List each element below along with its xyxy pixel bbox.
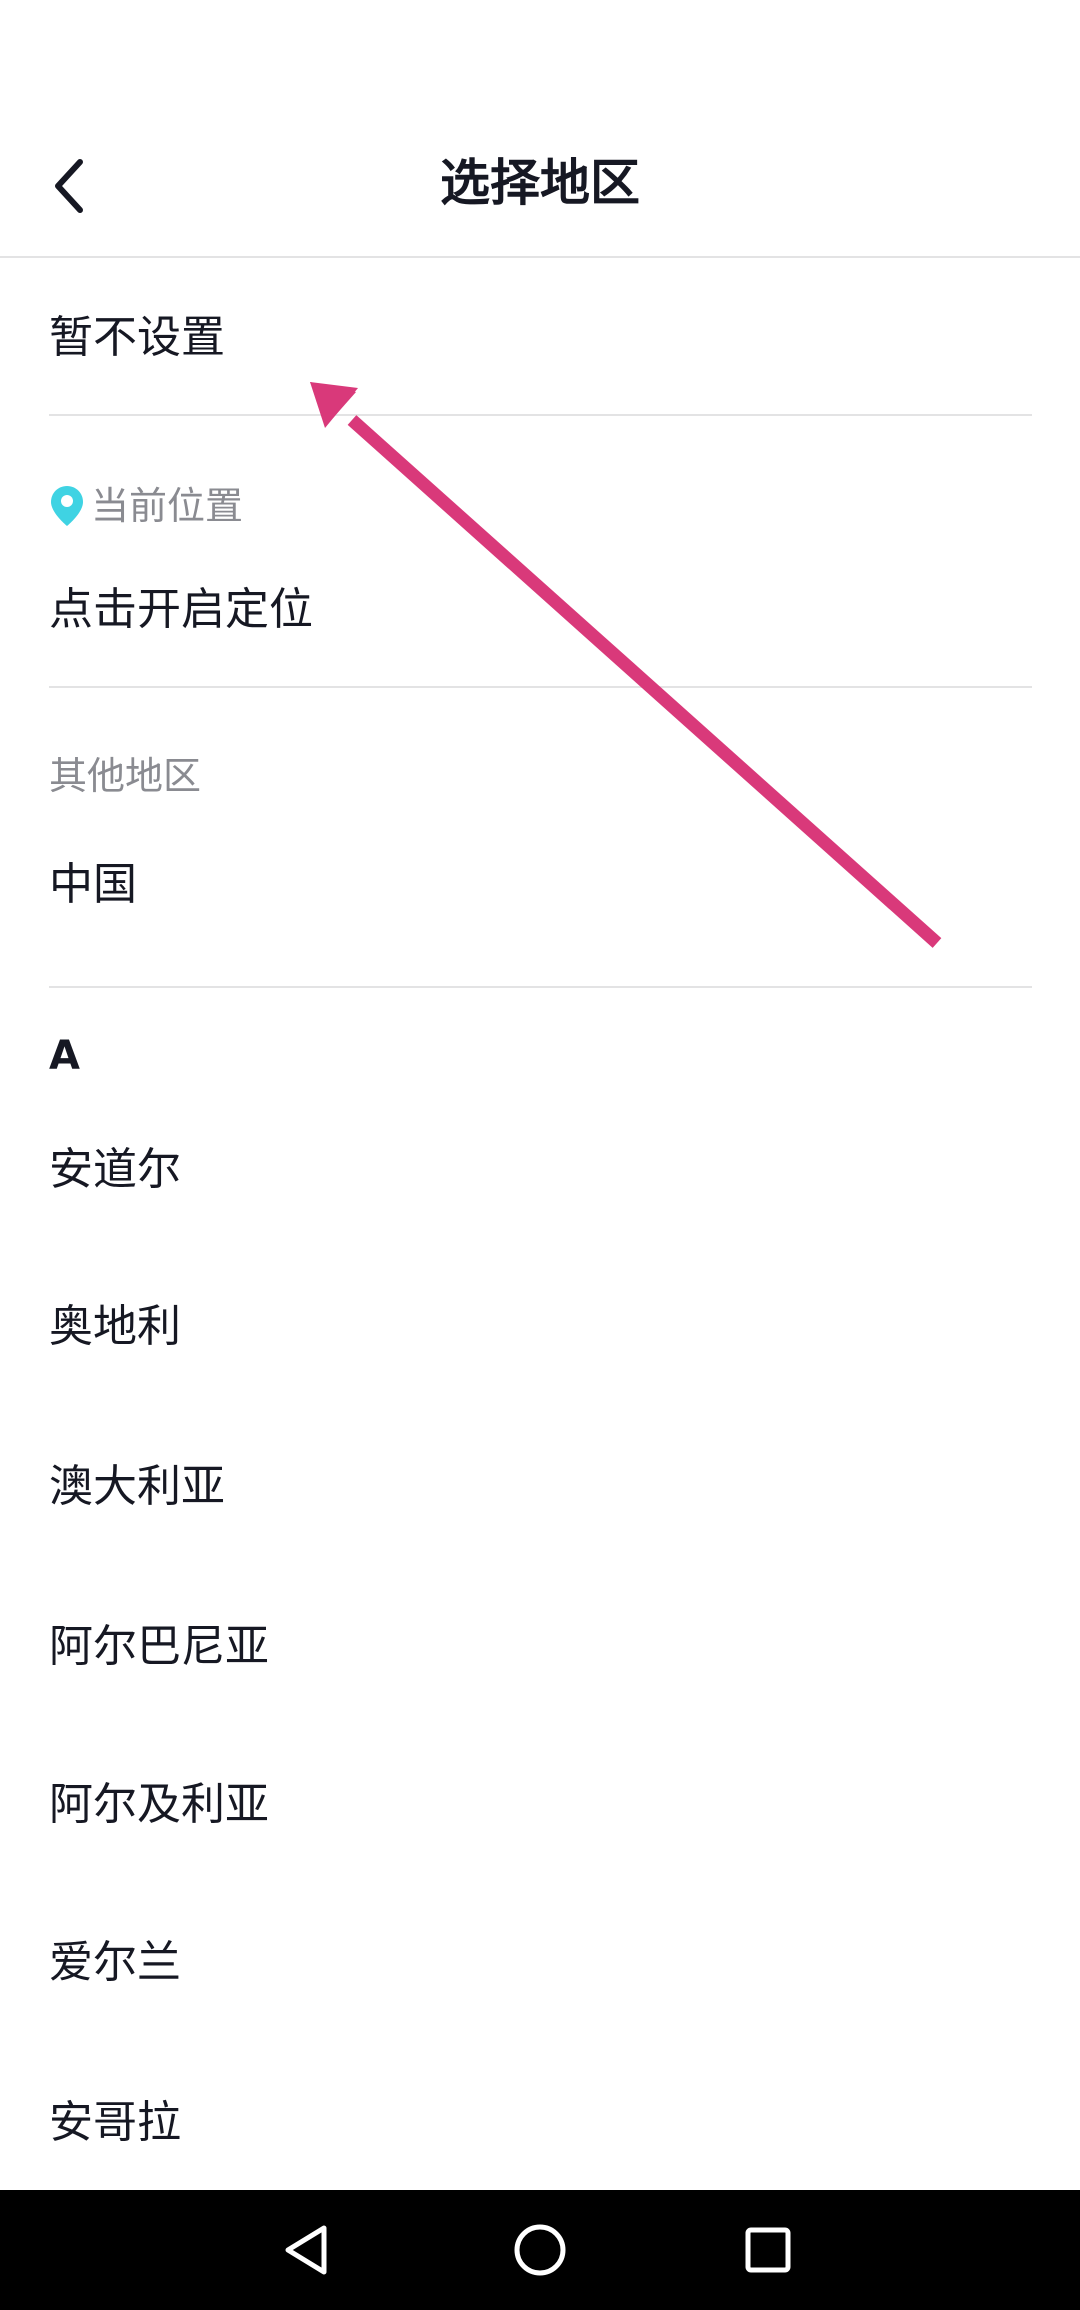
enable-location-row[interactable]: 点击开启定位 — [0, 555, 1080, 665]
region-label: 安哥拉 — [49, 2097, 181, 2148]
divider — [49, 414, 1032, 416]
no-setting-label: 暂不设置 — [49, 312, 225, 363]
no-setting-row[interactable]: 暂不设置 — [0, 258, 1080, 414]
enable-location-label: 点击开启定位 — [49, 584, 313, 635]
current-location-section-label: 当前位置 — [91, 484, 244, 528]
region-row[interactable]: 阿尔巴尼亚 — [0, 1592, 1080, 1702]
region-label: 奥地利 — [49, 1301, 181, 1352]
region-row[interactable]: 阿尔及利亚 — [0, 1750, 1080, 1860]
nav-home-button[interactable] — [500, 2210, 580, 2290]
region-row[interactable]: 奥地利 — [0, 1272, 1080, 1382]
divider — [49, 686, 1032, 688]
region-row[interactable]: 爱尔兰 — [0, 1908, 1080, 2018]
current-location-header: 当前位置 — [49, 478, 243, 534]
region-select-screen: 选择地区 暂不设置 当前位置 点击开启定位 其他地区 中国 A 安道尔 奥地利 … — [0, 0, 1080, 2310]
region-label: 阿尔及利亚 — [49, 1779, 269, 1830]
region-label: 爱尔兰 — [49, 1937, 181, 1988]
region-row-china[interactable]: 中国 — [0, 830, 1080, 940]
location-pin-icon — [51, 486, 83, 526]
page-title: 选择地区 — [440, 154, 640, 212]
other-regions-section-label: 其他地区 — [49, 754, 202, 798]
status-bar — [0, 0, 1080, 110]
region-row[interactable]: 安哥拉 — [0, 2068, 1080, 2178]
region-row[interactable]: 澳大利亚 — [0, 1432, 1080, 1542]
region-label: 澳大利亚 — [49, 1461, 225, 1512]
region-label: 阿尔巴尼亚 — [49, 1621, 269, 1672]
index-letter-a: A — [49, 1033, 80, 1079]
system-nav-bar — [0, 2190, 1080, 2310]
region-label: 中国 — [49, 859, 137, 910]
region-row[interactable]: 安道尔 — [0, 1115, 1080, 1225]
circle-home-icon — [514, 2224, 566, 2276]
chevron-left-icon — [55, 159, 83, 213]
nav-recents-button[interactable] — [728, 2210, 808, 2290]
back-button[interactable] — [28, 144, 112, 228]
square-recents-icon — [745, 2227, 791, 2273]
header-bar: 选择地区 — [0, 110, 1080, 258]
divider — [49, 986, 1032, 988]
nav-back-button[interactable] — [268, 2210, 348, 2290]
triangle-back-icon — [285, 2225, 327, 2275]
region-label: 安道尔 — [49, 1144, 181, 1195]
